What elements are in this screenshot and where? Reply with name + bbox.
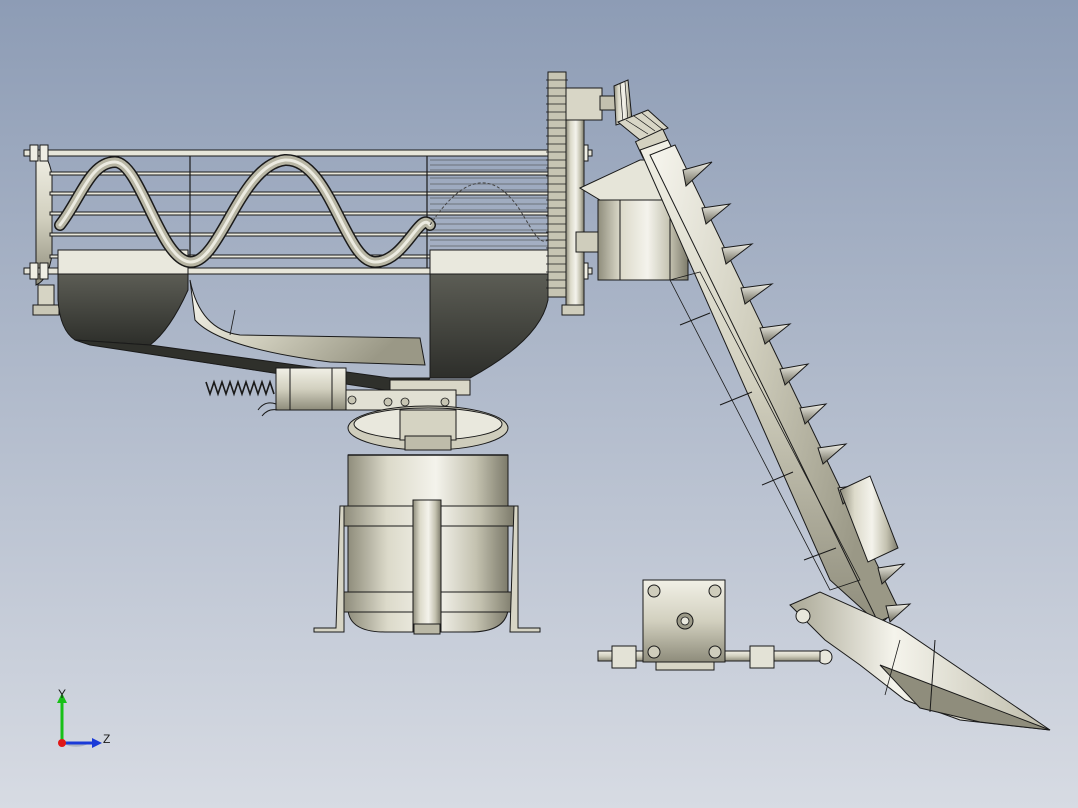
z-axis-label: Z: [103, 732, 111, 746]
inclined-conveyor: [639, 139, 901, 626]
y-axis-label: Y: [58, 687, 67, 701]
cad-viewport[interactable]: Y Z: [0, 0, 1078, 808]
scoop-shovel: [789, 591, 1051, 731]
rotary-plate: [347, 405, 509, 451]
coordinate-triad: Y Z: [50, 685, 120, 755]
stepper-motor-bottom: [642, 579, 726, 671]
x-axis-dot: [58, 739, 66, 747]
machine-assembly-drawing: [23, 71, 1051, 731]
